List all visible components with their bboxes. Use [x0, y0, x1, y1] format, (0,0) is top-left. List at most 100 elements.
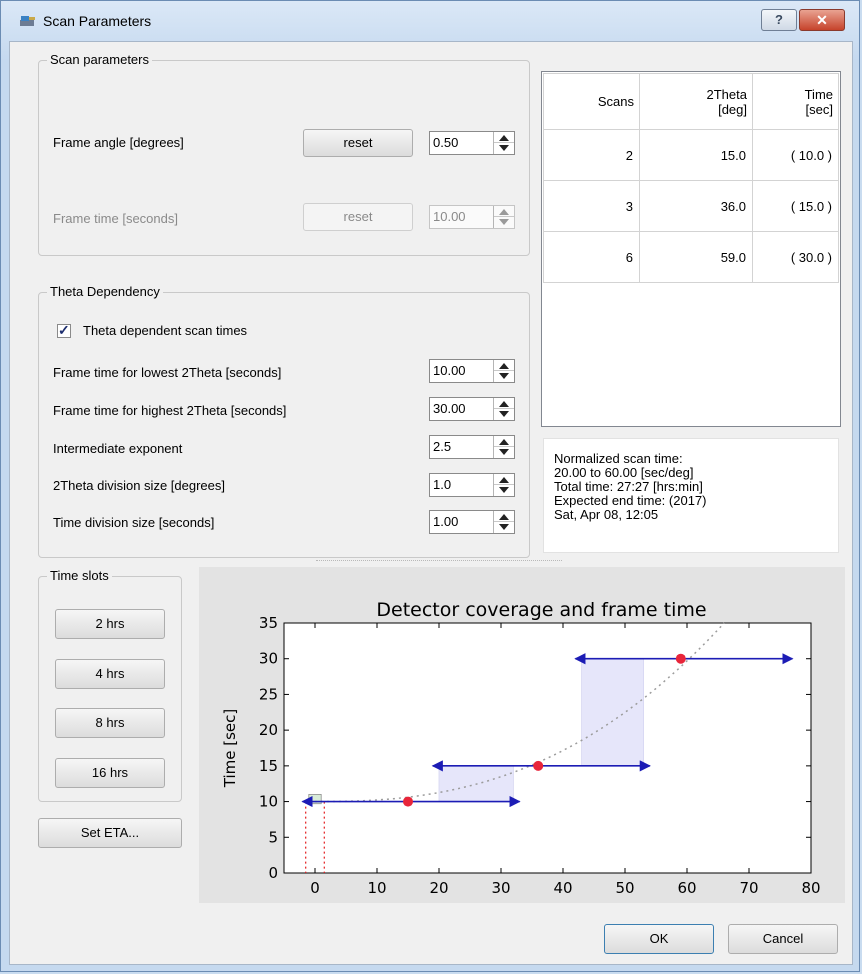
spin-up-icon[interactable]	[499, 135, 509, 141]
spin-down-icon[interactable]	[499, 487, 509, 493]
splitter-handle[interactable]	[316, 560, 562, 563]
spin-up-icon[interactable]	[499, 401, 509, 407]
scan-parameters-window: Scan Parameters ? ✕ Scan parameters Fram…	[0, 0, 860, 972]
spin-up-icon[interactable]	[499, 209, 509, 215]
field-label: 2Theta division size [degrees]	[53, 478, 225, 493]
summary-line: 20.00 to 60.00 [sec/deg]	[554, 465, 694, 480]
field-label: Frame time for lowest 2Theta [seconds]	[53, 365, 282, 380]
field-label: Intermediate exponent	[53, 441, 183, 456]
data-point	[403, 796, 413, 807]
x-tick-label: 50	[615, 879, 634, 897]
spin-down-icon[interactable]	[499, 373, 509, 379]
y-tick-label: 35	[259, 614, 278, 632]
close-button[interactable]: ✕	[799, 9, 845, 31]
y-tick-label: 30	[259, 650, 278, 668]
table-row[interactable]: 3 36.0 ( 15.0 )	[543, 180, 839, 232]
summary-line: Normalized scan time:	[554, 451, 683, 466]
time-slot-16hrs-button[interactable]: 16 hrs	[55, 758, 165, 788]
spin-up-icon[interactable]	[499, 514, 509, 520]
theta-dependent-checkbox[interactable]: ✓	[57, 322, 71, 338]
frame-time-label: Frame time [seconds]	[53, 211, 178, 226]
table-cell: 15.0	[639, 129, 753, 181]
highest-2theta-frame-time-spinbox[interactable]: 30.00	[429, 397, 515, 421]
frame-time-spinbox[interactable]: 10.00	[429, 205, 515, 229]
column-header-scans[interactable]: Scans	[543, 73, 640, 130]
x-tick-label: 0	[310, 879, 320, 897]
cancel-button[interactable]: Cancel	[728, 924, 838, 954]
summary-line: Sat, Apr 08, 12:05	[554, 507, 659, 522]
time-slot-2hrs-button[interactable]: 2 hrs	[55, 609, 165, 639]
table-cell: 36.0	[639, 180, 753, 232]
scan-parameters-group: Scan parameters Frame angle [degrees] re…	[38, 52, 530, 256]
frame-angle-spinbox[interactable]: 0.50	[429, 131, 515, 155]
frame-time-reset-button[interactable]: reset	[303, 203, 413, 231]
lowest-2theta-frame-time-spinbox[interactable]: 10.00	[429, 359, 515, 383]
y-tick-label: 25	[259, 685, 278, 703]
table-header-row: Scans 2Theta [deg] Time [sec]	[543, 73, 839, 130]
set-eta-button[interactable]: Set ETA...	[38, 818, 182, 848]
spin-up-icon[interactable]	[499, 439, 509, 445]
table-cell: 2	[543, 129, 640, 181]
x-tick-label: 40	[553, 879, 572, 897]
y-tick-label: 0	[268, 864, 278, 882]
spin-up-icon[interactable]	[499, 363, 509, 369]
spin-down-icon[interactable]	[499, 145, 509, 151]
intermediate-exponent-spinbox[interactable]: 2.5	[429, 435, 515, 459]
spin-down-icon[interactable]	[499, 411, 509, 417]
data-point	[675, 653, 686, 664]
field-label: Frame time for highest 2Theta [seconds]	[53, 403, 287, 418]
table-cell: ( 15.0 )	[752, 180, 839, 232]
time-slot-4hrs-button[interactable]: 4 hrs	[55, 659, 165, 689]
spin-down-icon[interactable]	[499, 524, 509, 530]
frame-angle-reset-button[interactable]: reset	[303, 129, 413, 157]
field-value: 1.00	[433, 514, 459, 529]
scans-table[interactable]: Scans 2Theta [deg] Time [sec] 2 15.0 ( 10.…	[543, 73, 839, 283]
table-cell: ( 30.0 )	[752, 231, 839, 283]
field-label: Time division size [seconds]	[53, 515, 215, 530]
table-cell: 3	[543, 180, 640, 232]
window-title: Scan Parameters	[43, 13, 152, 29]
time-division-size-spinbox[interactable]: 1.00	[429, 510, 515, 534]
x-tick-label: 80	[801, 879, 820, 897]
y-tick-label: 5	[268, 828, 278, 846]
table-cell: 6	[543, 231, 640, 283]
theta-dependency-group: Theta Dependency ✓ Theta dependent scan …	[38, 284, 530, 558]
table-cell: 59.0	[639, 231, 753, 283]
theta-dependency-group-title: Theta Dependency	[47, 284, 163, 299]
spin-down-icon[interactable]	[499, 449, 509, 455]
scanner-app-icon	[20, 16, 35, 26]
field-value: 30.00	[433, 401, 466, 416]
column-header-2theta[interactable]: 2Theta [deg]	[639, 73, 753, 130]
detector-coverage-chart: 0 10 20 30 40 50 60 70 80 0 5 10 15 20 25 30 35 Detector …	[221, 599, 821, 897]
spin-up-icon[interactable]	[499, 477, 509, 483]
help-button[interactable]: ?	[761, 9, 797, 31]
frame-angle-value: 0.50	[433, 135, 459, 150]
2theta-division-size-spinbox[interactable]: 1.0	[429, 473, 515, 497]
field-value: 2.5	[433, 439, 452, 454]
y-axis-label: Time [sec]	[221, 709, 239, 788]
field-value: 10.00	[433, 363, 466, 378]
x-tick-label: 10	[367, 879, 386, 897]
title-bar[interactable]: Scan Parameters ? ✕	[1, 1, 859, 41]
table-cell: ( 10.0 )	[752, 129, 839, 181]
column-header-time[interactable]: Time [sec]	[752, 73, 839, 130]
table-row[interactable]: 6 59.0 ( 30.0 )	[543, 231, 839, 283]
theta-dependent-checkbox-label[interactable]: Theta dependent scan times	[83, 323, 247, 338]
scan-parameters-group-title: Scan parameters	[47, 52, 152, 67]
x-tick-label: 20	[429, 879, 448, 897]
data-point	[533, 760, 544, 771]
frame-time-value: 10.00	[433, 209, 466, 224]
plot-area	[283, 622, 812, 874]
y-tick-label: 20	[259, 721, 278, 739]
x-tick-label: 60	[677, 879, 696, 897]
x-tick-label: 30	[491, 879, 510, 897]
ok-button[interactable]: OK	[604, 924, 714, 954]
frame-angle-label: Frame angle [degrees]	[53, 135, 184, 150]
spin-down-icon[interactable]	[499, 219, 509, 225]
time-slot-8hrs-button[interactable]: 8 hrs	[55, 708, 165, 738]
time-slots-group-title: Time slots	[47, 568, 112, 583]
summary-line: Expected end time: (2017)	[554, 493, 707, 508]
table-row[interactable]: 2 15.0 ( 10.0 )	[543, 129, 839, 181]
summary-line: Total time: 27:27 [hrs:min]	[554, 479, 703, 494]
y-tick-label: 15	[259, 757, 278, 775]
